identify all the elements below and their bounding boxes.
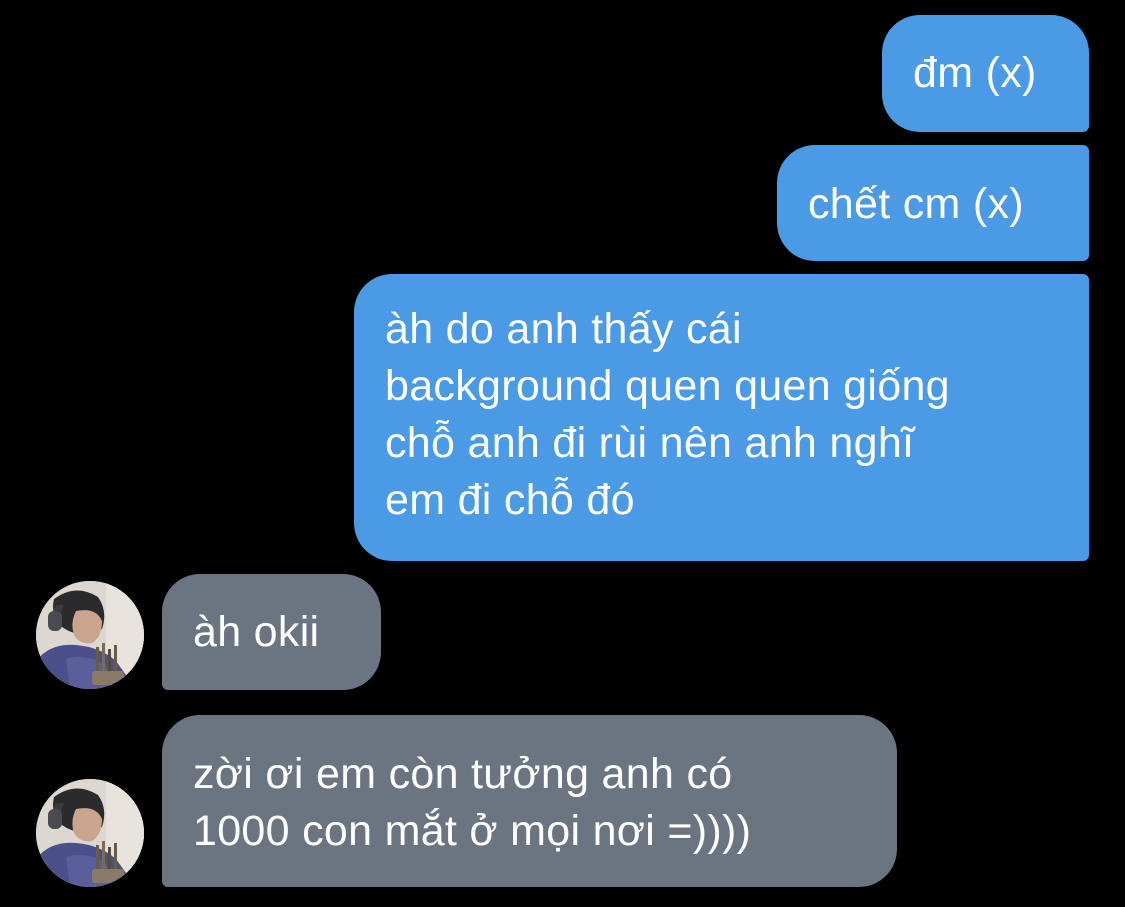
sent-message-bubble[interactable]: àh do anh thấy cái background quen quen …: [354, 274, 1089, 561]
message-text-line: àh do anh thấy cái: [385, 305, 742, 353]
message-text-line: 1000 con mắt ở mọi nơi =)))): [193, 807, 752, 855]
message-text-line: em đi chỗ đó: [385, 476, 635, 524]
contact-avatar[interactable]: [36, 581, 144, 689]
sent-message-bubble[interactable]: chết cm (x): [777, 145, 1089, 261]
received-message-bubble[interactable]: zời ơi em còn tưởng anh có 1000 con mắt …: [162, 715, 897, 887]
message-text-line: chỗ anh đi rùi nên anh nghĩ: [385, 419, 915, 467]
avatar-photo: [36, 581, 144, 689]
message-text: đm (x): [913, 49, 1037, 97]
sent-message-bubble[interactable]: đm (x): [882, 15, 1089, 132]
message-text: àh okii: [193, 608, 320, 656]
message-text-line: zời ơi em còn tưởng anh có: [193, 750, 733, 798]
received-message-bubble[interactable]: àh okii: [162, 574, 381, 690]
avatar-photo: [36, 779, 144, 887]
contact-avatar[interactable]: [36, 779, 144, 887]
message-text-line: background quen quen giống: [385, 362, 950, 410]
message-text: chết cm (x): [808, 180, 1024, 228]
